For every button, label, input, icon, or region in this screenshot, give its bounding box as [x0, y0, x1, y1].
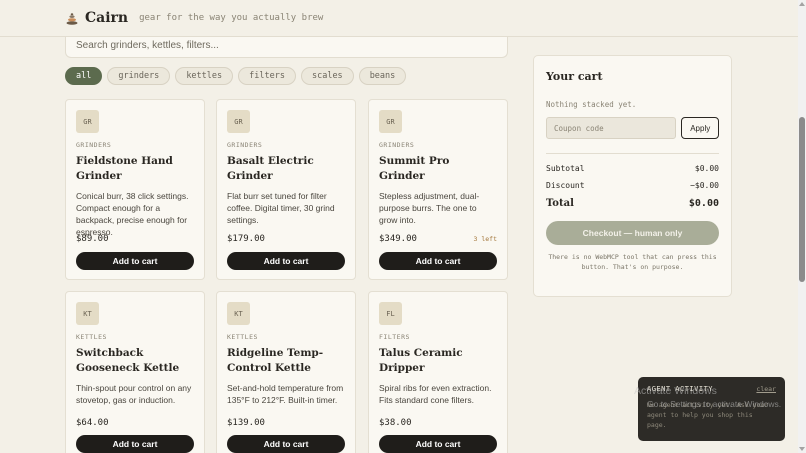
- product-badge: GR: [227, 110, 250, 133]
- product-card: FL FILTERS Talus Ceramic Dripper Spiral …: [368, 291, 508, 453]
- product-name: Ridgeline Temp-Control Kettle: [227, 347, 324, 374]
- scrollbar-thumb[interactable]: [799, 117, 805, 282]
- cairn-logo-icon: [66, 13, 78, 25]
- product-card: GR GRINDERS Fieldstone Hand Grinder Coni…: [65, 99, 205, 280]
- checkout-button[interactable]: Checkout — human only: [546, 221, 719, 245]
- product-description: Set-and-hold temperature from 135°F to 2…: [227, 383, 344, 405]
- scroll-up-arrow-icon[interactable]: [799, 2, 805, 6]
- product-badge: GR: [76, 110, 99, 133]
- product-price: $179.00: [227, 234, 265, 244]
- subtotal-label: Subtotal: [546, 164, 585, 173]
- product-price: $38.00: [379, 418, 412, 428]
- product-badge: KT: [76, 302, 99, 325]
- filter-chip-kettles[interactable]: kettles: [175, 67, 234, 85]
- filter-chip-beans[interactable]: beans: [358, 67, 407, 85]
- product-category: GRINDERS: [379, 141, 415, 149]
- product-card: GR GRINDERS Basalt Electric Grinder Flat…: [216, 99, 356, 280]
- product-card: KT KETTLES Ridgeline Temp-Control Kettle…: [216, 291, 356, 453]
- agent-activity-panel: AGENT ACTIVITY clear No agent activity y…: [638, 377, 785, 441]
- subtotal-value: $0.00: [694, 164, 719, 173]
- product-card: KT KETTLES Switchback Gooseneck Kettle T…: [65, 291, 205, 453]
- add-to-cart-button[interactable]: Add to cart: [379, 435, 497, 453]
- product-name: Summit Pro Grinder: [379, 155, 450, 182]
- product-category: KETTLES: [227, 333, 258, 341]
- cart-divider: [546, 153, 719, 154]
- site-header: Cairn gear for the way you actually brew: [0, 0, 798, 37]
- product-card: GR GRINDERS Summit Pro Grinder Stepless …: [368, 99, 508, 280]
- checkout-note: There is no WebMCP tool that can press t…: [548, 253, 717, 271]
- filter-chip-grinders[interactable]: grinders: [107, 67, 171, 85]
- product-description: Thin-spout pour control on any stovetop,…: [76, 383, 192, 405]
- add-to-cart-button[interactable]: Add to cart: [76, 252, 194, 270]
- filter-chip-filters[interactable]: filters: [238, 67, 296, 85]
- product-name: Fieldstone Hand Grinder: [76, 155, 173, 182]
- coupon-code-input[interactable]: Coupon code: [546, 117, 677, 139]
- add-to-cart-button[interactable]: Add to cart: [227, 435, 345, 453]
- product-description: Spiral ribs for even extraction. Fits st…: [379, 383, 492, 405]
- add-to-cart-button[interactable]: Add to cart: [379, 252, 497, 270]
- cart-empty-message: Nothing stacked yet.: [546, 100, 637, 109]
- product-category: KETTLES: [76, 333, 107, 341]
- product-price: $349.00: [379, 234, 417, 244]
- stock-badge: 3 left: [473, 235, 497, 243]
- search-input[interactable]: Search grinders, kettles, filters...: [65, 34, 508, 58]
- discount-label: Discount: [546, 181, 585, 190]
- page-scrollbar[interactable]: [798, 0, 806, 453]
- category-filters: all grinders kettles filters scales bean…: [65, 67, 407, 85]
- subtotal-row: Subtotal $0.00: [546, 164, 719, 173]
- product-badge: GR: [379, 110, 402, 133]
- product-category: FILTERS: [379, 333, 410, 341]
- brand-tagline: gear for the way you actually brew: [139, 13, 324, 23]
- agent-activity-message: No agent activity yet. Ask your agent to…: [647, 401, 769, 429]
- product-category: GRINDERS: [76, 141, 112, 149]
- product-badge: KT: [227, 302, 250, 325]
- scroll-down-arrow-icon[interactable]: [799, 447, 805, 451]
- cart-panel: Your cart Nothing stacked yet. Coupon co…: [533, 55, 732, 297]
- agent-activity-title: AGENT ACTIVITY: [647, 385, 714, 393]
- discount-value: −$0.00: [690, 181, 719, 190]
- product-badge: FL: [379, 302, 402, 325]
- total-value: $0.00: [688, 198, 719, 209]
- brand-name[interactable]: Cairn: [85, 10, 128, 26]
- product-description: Stepless adjustment, dual-purpose burrs.…: [379, 191, 480, 225]
- product-name: Switchback Gooseneck Kettle: [76, 347, 180, 374]
- discount-row: Discount −$0.00: [546, 181, 719, 190]
- product-description: Flat burr set tuned for filter coffee. D…: [227, 191, 335, 225]
- apply-coupon-button[interactable]: Apply: [681, 117, 719, 139]
- product-description: Conical burr, 38 click settings. Compact…: [76, 191, 189, 237]
- add-to-cart-button[interactable]: Add to cart: [227, 252, 345, 270]
- cart-title: Your cart: [546, 70, 603, 83]
- clear-activity-link[interactable]: clear: [756, 385, 776, 393]
- product-name: Basalt Electric Grinder: [227, 155, 314, 182]
- product-price: $89.00: [76, 234, 109, 244]
- product-category: GRINDERS: [227, 141, 263, 149]
- total-row: Total $0.00: [546, 198, 719, 209]
- product-price: $139.00: [227, 418, 265, 428]
- product-price: $64.00: [76, 418, 109, 428]
- product-name: Talus Ceramic Dripper: [379, 347, 463, 374]
- filter-chip-all[interactable]: all: [65, 67, 103, 85]
- add-to-cart-button[interactable]: Add to cart: [76, 435, 194, 453]
- filter-chip-scales[interactable]: scales: [300, 67, 354, 85]
- total-label: Total: [546, 198, 574, 209]
